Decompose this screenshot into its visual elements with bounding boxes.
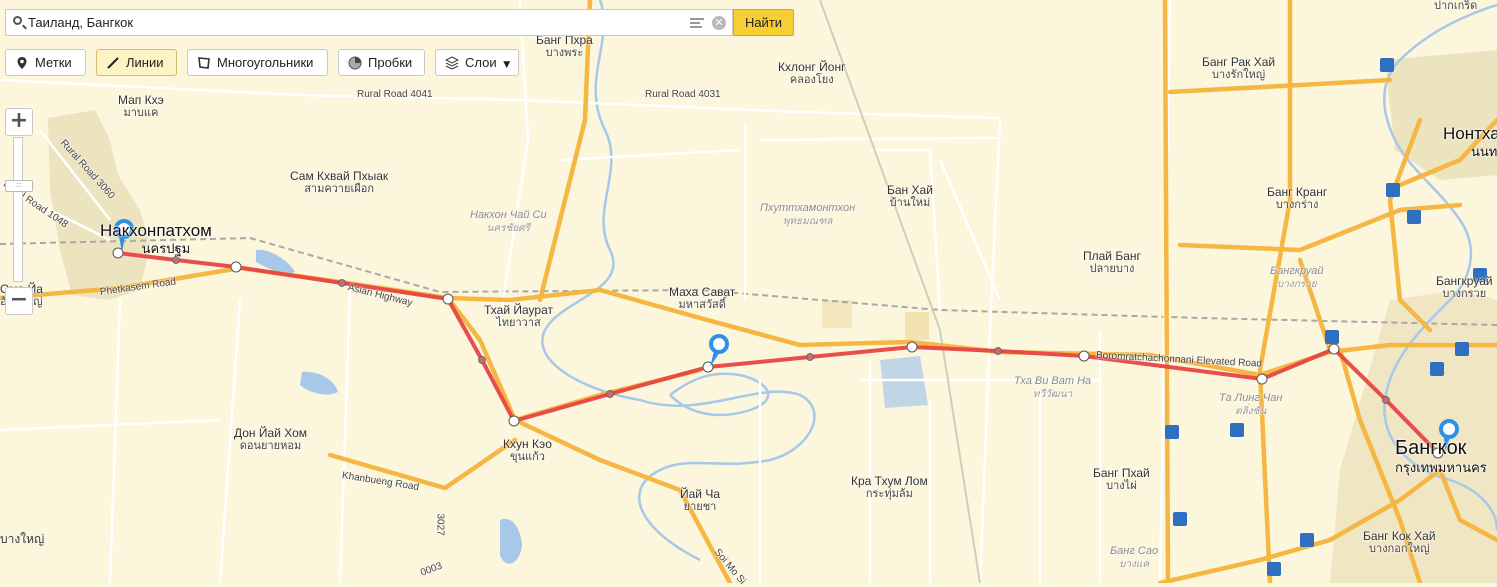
zoom-in-button[interactable]: +	[5, 108, 33, 136]
zoom-slider[interactable]	[13, 137, 23, 282]
place-label: Банг Кранг บางกร่าง	[1267, 185, 1328, 212]
place-label: Банг Пхай บางไผ่	[1093, 466, 1150, 493]
search-icon	[13, 16, 22, 25]
place-label: Банг Рак Хай บางรักใหญ่	[1202, 55, 1276, 82]
traffic-label: Пробки	[368, 55, 413, 70]
polygons-label: Многоугольники	[217, 55, 314, 70]
placemark-icon	[17, 57, 27, 69]
search-box: ✕	[5, 9, 733, 36]
layers-label: Слои	[465, 55, 497, 70]
chevron-down-icon: ▼	[503, 60, 511, 70]
search-input[interactable]	[28, 13, 668, 32]
traffic-button[interactable]: Пробки	[338, 49, 425, 76]
place-label: Кхун Кэо ขุนแก้ว	[503, 437, 552, 464]
place-label: Банг Кок Хай บางกอกใหญ่	[1363, 529, 1436, 556]
place-label: Дон Йай Хом ดอนยายหอม	[234, 426, 308, 453]
map-canvas[interactable]	[0, 0, 1497, 583]
polygon-icon	[198, 57, 210, 69]
route-mid-pin[interactable]	[706, 333, 732, 369]
place-label: Пхуттхамонтхон พุทธมณฑล	[760, 202, 856, 227]
place-label: Плай Банг ปลายบาง	[1083, 249, 1141, 276]
polygons-button[interactable]: Многоугольники	[187, 49, 328, 76]
road-label: 3027	[434, 513, 446, 536]
place-label: Та Линг Чан ตลิ่งชัน	[1219, 392, 1283, 417]
city-label-bangkok[interactable]: Бангкок กรุงเทพมหานคร	[1395, 438, 1487, 478]
lines-label: Линии	[126, 55, 164, 70]
traffic-icon	[348, 56, 362, 70]
menu-lines-icon[interactable]	[690, 18, 704, 28]
place-label: Тхай Йаурат ไทยาวาส	[484, 303, 553, 330]
place-label: ปากเกร็ด	[1434, 0, 1478, 12]
place-label: Банг Сао บางแค	[1110, 545, 1159, 570]
place-label: Йай Ча ยายชา	[680, 487, 721, 514]
place-label: Бангкруай บางกรวย	[1436, 274, 1493, 301]
place-label: Сам Кхвай Пхыак สามควายเผือก	[290, 169, 389, 196]
place-label: Тха Ви Ват На ทวีวัฒนา	[1014, 375, 1092, 400]
place-label: Бангкруай บางกรวย	[1270, 265, 1324, 290]
placemarks-label: Метки	[35, 55, 72, 70]
city-label-nakhon-pathom[interactable]: Накхонпатхом นครปฐม	[100, 222, 212, 258]
road-label: Rural Road 4041	[357, 89, 433, 100]
layers-button[interactable]: Слои ▼	[435, 49, 519, 76]
find-button[interactable]: Найти	[733, 9, 794, 36]
layers-icon	[445, 56, 459, 70]
place-label: Банг Пхра บางพระ	[536, 33, 593, 60]
place-label: Кра Тхум Лом กระทุ่มล้ม	[851, 474, 928, 501]
line-icon	[107, 57, 119, 69]
road-label: Rural Road 4031	[645, 89, 721, 100]
placemarks-button[interactable]: Метки	[5, 49, 86, 76]
place-label: Бан Хай บ้านใหม่	[887, 183, 933, 210]
place-label: บางใหญ่	[0, 532, 45, 546]
place-label: Мап Кхэ มาบแค	[118, 93, 164, 120]
zoom-out-button[interactable]: −	[5, 287, 33, 315]
zoom-slider-handle[interactable]: :::	[5, 180, 33, 192]
place-label: Накхон Чай Си นครชัยศรี	[470, 209, 547, 234]
clear-icon[interactable]: ✕	[712, 16, 726, 30]
place-label: Кхлонг Йонг คลองโยง	[778, 60, 846, 87]
place-label: Маха Сават มหาสวัสดิ์	[669, 285, 736, 312]
city-label-nontha[interactable]: Нонтха นนท	[1443, 125, 1497, 161]
lines-button[interactable]: Линии	[96, 49, 177, 76]
